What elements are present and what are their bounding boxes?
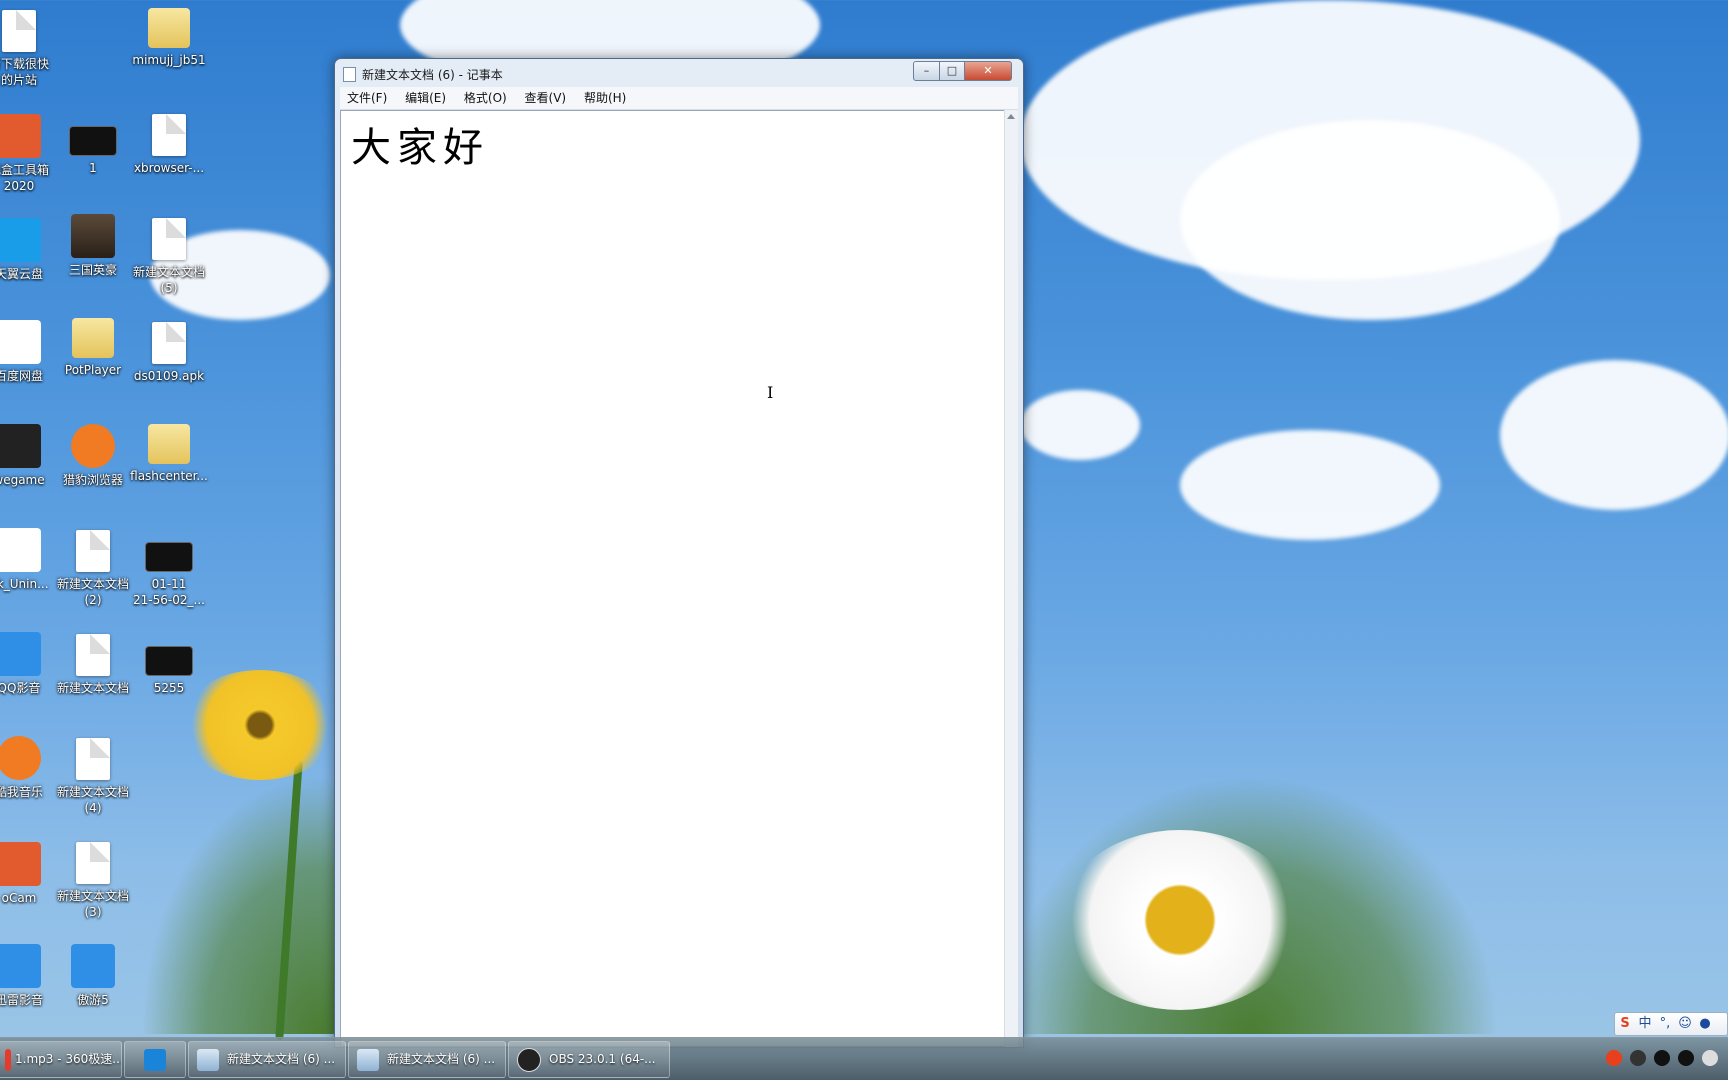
desktop-icon[interactable]: 1	[50, 114, 136, 176]
microphone-icon[interactable]: ●	[1695, 1013, 1715, 1035]
maxthon-icon	[144, 1048, 166, 1071]
game-icon	[71, 214, 115, 258]
desktop-icon[interactable]: 新建文本文档 (2)	[50, 530, 136, 608]
folder-icon	[72, 318, 114, 358]
desktop-icon[interactable]: 01-11 21-56-02_...	[126, 530, 212, 608]
minimize-button[interactable]: –	[913, 61, 940, 81]
qq-player-icon	[0, 632, 41, 676]
menu-format[interactable]: 格式(O)	[457, 87, 514, 109]
daisy-flower	[1060, 830, 1300, 1010]
vertical-scrollbar[interactable]	[1004, 110, 1018, 1047]
document-icon	[76, 634, 110, 676]
audio-file-icon	[5, 1048, 11, 1071]
text-editor-area[interactable]: 大家好	[340, 110, 1005, 1047]
browser-icon	[71, 424, 115, 468]
desktop-icon[interactable]: ds0109.apk	[126, 322, 212, 384]
desktop-icon[interactable]: 新建文本文档 (4)	[50, 738, 136, 816]
window-title: 新建文本文档 (6) - 记事本	[362, 68, 503, 82]
emoji-icon[interactable]: ☺	[1675, 1013, 1695, 1035]
taskbar: 1.mp3 - 360极速... 新建文本文档 (6) ... 新建文本文档 (…	[0, 1037, 1728, 1080]
desktop-icon[interactable]: mimujj_jb51	[126, 8, 212, 68]
maxthon-icon	[71, 944, 115, 988]
taskbar-item-notepad-2[interactable]: 新建文本文档 (6) ...	[348, 1041, 506, 1078]
notepad-icon	[357, 1048, 379, 1071]
desktop-icon[interactable]: 三国英豪	[50, 214, 136, 278]
taskbar-item-maxthon[interactable]	[124, 1041, 186, 1078]
desktop-icon[interactable]: 新建文本文档	[50, 634, 136, 696]
close-button[interactable]: ✕	[964, 61, 1012, 81]
qq-tray-icon[interactable]	[1654, 1050, 1670, 1066]
document-icon	[152, 114, 186, 156]
ime-toolbar[interactable]: S 中 °, ☺ ●	[1614, 1012, 1728, 1036]
punctuation-icon[interactable]: °,	[1655, 1013, 1675, 1035]
taskbar-item-obs[interactable]: OBS 23.0.1 (64-...	[508, 1041, 670, 1078]
sogou-tray-icon[interactable]	[1606, 1050, 1622, 1066]
video-thumbnail-icon	[145, 542, 193, 572]
desktop-icon[interactable]: PotPlayer	[50, 318, 136, 378]
sogou-icon: S	[1620, 1016, 1630, 1031]
document-icon	[2, 10, 36, 52]
camera-icon	[0, 842, 41, 886]
music-icon	[0, 736, 41, 780]
toolbox-icon	[0, 114, 41, 158]
menu-edit[interactable]: 编辑(E)	[398, 87, 453, 109]
taskbar-item-notepad-1[interactable]: 新建文本文档 (6) ...	[188, 1041, 346, 1078]
document-icon	[76, 530, 110, 572]
system-tray	[1598, 1038, 1728, 1080]
notepad-icon	[343, 67, 356, 82]
wegame-icon	[0, 424, 41, 468]
editor-content: 大家好	[351, 125, 489, 171]
desktop-icon[interactable]: 看下载很快 的片站	[0, 10, 62, 88]
taskbar-item-media[interactable]: 1.mp3 - 360极速...	[0, 1041, 122, 1078]
document-icon	[76, 738, 110, 780]
document-icon	[152, 322, 186, 364]
volume-icon[interactable]	[1702, 1050, 1718, 1066]
flash-icon	[148, 424, 190, 464]
obs-icon	[517, 1047, 541, 1072]
qq-tray-icon[interactable]	[1678, 1050, 1694, 1066]
text-cursor-icon: I	[767, 383, 774, 402]
document-icon	[152, 218, 186, 260]
desktop-icon[interactable]: flashcenter...	[126, 424, 212, 484]
maximize-button[interactable]: □	[939, 61, 965, 81]
video-thumbnail-icon	[145, 646, 193, 676]
video-thumbnail-icon	[69, 126, 117, 156]
notepad-icon	[197, 1048, 219, 1071]
app-tray-icon[interactable]	[1630, 1050, 1646, 1066]
menu-view[interactable]: 查看(V)	[518, 87, 574, 109]
baidu-netdisk-icon	[0, 320, 41, 364]
cloud-drive-icon	[0, 218, 41, 262]
menu-file[interactable]: 文件(F)	[340, 87, 394, 109]
notepad-window[interactable]: 新建文本文档 (6) - 记事本 – □ ✕ 文件(F) 编辑(E) 格式(O)…	[334, 58, 1024, 1048]
title-bar[interactable]: 新建文本文档 (6) - 记事本 – □ ✕	[335, 59, 1023, 87]
folder-icon	[148, 8, 190, 48]
scroll-up-icon[interactable]	[1007, 114, 1015, 119]
uninstaller-icon	[0, 528, 41, 572]
desktop-icon[interactable]: 猎豹浏览器	[50, 424, 136, 488]
menu-help[interactable]: 帮助(H)	[577, 87, 633, 109]
menu-bar: 文件(F) 编辑(E) 格式(O) 查看(V) 帮助(H)	[340, 87, 1018, 110]
xunlei-player-icon	[0, 944, 41, 988]
desktop-icon[interactable]: 5255	[126, 634, 212, 696]
desktop-icon[interactable]: 新建文本文档 (5)	[126, 218, 212, 296]
document-icon	[76, 842, 110, 884]
desktop-icon[interactable]: xbrowser-...	[126, 114, 212, 176]
desktop-icon[interactable]: 新建文本文档 (3)	[50, 842, 136, 920]
ime-mode-label[interactable]: 中	[1635, 1013, 1655, 1035]
desktop-icon[interactable]: 傲游5	[50, 944, 136, 1008]
